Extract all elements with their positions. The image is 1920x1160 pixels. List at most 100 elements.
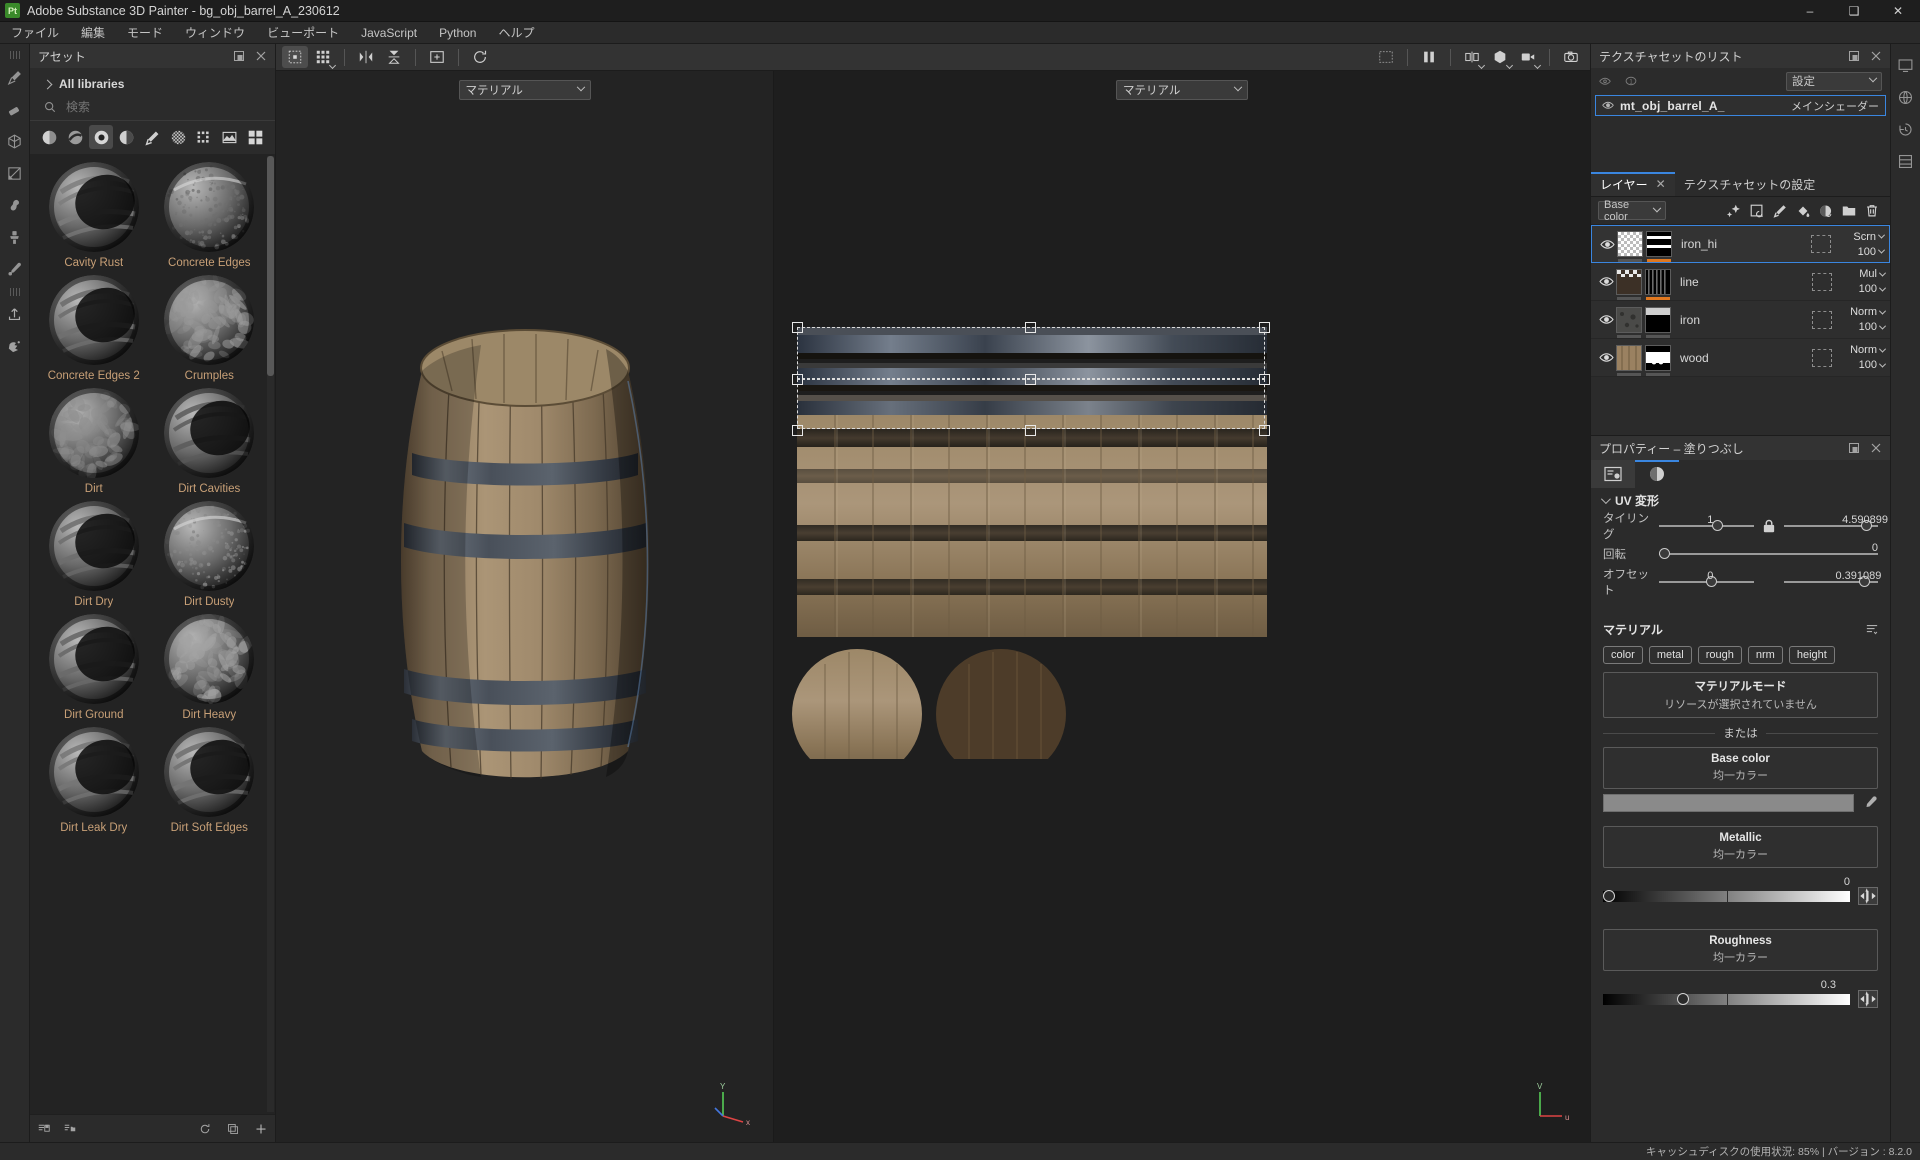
tiling-v-slider[interactable]: 4.590899 — [1784, 517, 1879, 535]
offset-v-slider[interactable]: 0.391089 — [1784, 573, 1879, 591]
material-tab[interactable] — [1635, 460, 1679, 488]
environment-filter-icon[interactable] — [218, 125, 242, 149]
dock-icon[interactable] — [233, 50, 245, 62]
uv-handle-br[interactable] — [1259, 425, 1270, 436]
uv-handle-tr[interactable] — [1259, 322, 1270, 333]
eraser-tool-icon[interactable] — [2, 96, 28, 122]
layer-visibility-icon[interactable] — [1597, 238, 1617, 251]
layer-thumbnail[interactable] — [1617, 231, 1643, 257]
layer-blend-mode[interactable]: Norm — [1850, 344, 1885, 356]
library-selector[interactable]: All libraries — [38, 74, 267, 94]
texture-set-shader[interactable]: メインシェーダー — [1791, 98, 1879, 114]
add-icon[interactable] — [255, 1123, 267, 1135]
close-icon[interactable] — [255, 50, 267, 62]
asset-thumbnail[interactable] — [49, 614, 139, 704]
asset-thumbnail[interactable] — [49, 727, 139, 817]
layer-effects-slot[interactable] — [1812, 273, 1832, 291]
geometry-decal-tool-icon[interactable] — [2, 128, 28, 154]
layer-row[interactable]: iron_hi Scrn 100 — [1591, 225, 1890, 263]
roughness-button[interactable]: Roughness 均一カラー — [1603, 929, 1878, 971]
symmetry-plane-button[interactable] — [381, 46, 407, 68]
uv-handle-bc[interactable] — [1025, 425, 1036, 436]
uv-transform-section-header[interactable]: UV 変形 — [1591, 488, 1890, 512]
texture-set-settings-dropdown[interactable]: 設定 — [1786, 72, 1882, 91]
camera-button[interactable] — [1515, 46, 1541, 68]
layer-opacity[interactable]: 100 — [1859, 321, 1885, 333]
texture-set-visibility-icon[interactable] — [1602, 100, 1614, 112]
asset-thumbnail[interactable] — [49, 388, 139, 478]
layer-mask-thumbnail[interactable] — [1646, 231, 1672, 257]
menu-window[interactable]: ウィンドウ — [174, 22, 256, 44]
screenshot-button[interactable] — [1558, 46, 1584, 68]
add-effect-icon[interactable] — [1722, 200, 1745, 222]
layer-opacity[interactable]: 100 — [1859, 359, 1885, 371]
minimize-button[interactable]: – — [1788, 0, 1832, 22]
asset-thumbnail[interactable] — [164, 388, 254, 478]
smart-material-filter-icon[interactable] — [64, 125, 88, 149]
uv-handle-bl[interactable] — [792, 425, 803, 436]
menu-viewport[interactable]: ビューポート — [256, 22, 350, 44]
add-paint-layer-icon[interactable] — [1768, 200, 1791, 222]
menu-python[interactable]: Python — [428, 22, 487, 44]
asset-thumbnail[interactable] — [164, 162, 254, 252]
asset-item[interactable]: Concrete Edges 2 — [36, 271, 152, 384]
layer-mask-thumbnail[interactable] — [1645, 269, 1671, 295]
properties-tab[interactable] — [1591, 460, 1635, 488]
asset-thumbnail[interactable] — [49, 275, 139, 365]
add-folder-icon[interactable] — [1837, 200, 1860, 222]
channel-selector[interactable]: Base color — [1598, 201, 1666, 220]
asset-thumbnail[interactable] — [164, 275, 254, 365]
layer-thumbnail[interactable] — [1616, 307, 1642, 333]
smart-mask-filter-icon[interactable] — [89, 125, 113, 149]
asset-item[interactable]: Dirt Cavities — [152, 384, 268, 497]
environment-icon[interactable] — [1893, 84, 1919, 110]
asset-item[interactable]: Dirt Dry — [36, 497, 152, 610]
duplicate-icon[interactable] — [227, 1123, 239, 1135]
eye-toggle-icon[interactable] — [1599, 75, 1611, 87]
asset-item[interactable]: Dirt Ground — [36, 610, 152, 723]
layer-row[interactable]: line Mul 100 — [1591, 263, 1890, 301]
smudge-tool-icon[interactable] — [2, 192, 28, 218]
close-icon[interactable] — [1870, 50, 1882, 62]
history-icon[interactable] — [1893, 116, 1919, 142]
layer-opacity[interactable]: 100 — [1858, 246, 1884, 258]
uv-handle-tl[interactable] — [792, 322, 803, 333]
view-mode-button[interactable] — [1459, 46, 1485, 68]
color-picker-tool-icon[interactable] — [2, 256, 28, 282]
brush-filter-icon[interactable] — [141, 125, 165, 149]
assets-scrollbar-thumb[interactable] — [267, 156, 274, 376]
asset-item[interactable]: Dirt Leak Dry — [36, 723, 152, 836]
menu-mode[interactable]: モード — [116, 22, 174, 44]
hide-selection-button[interactable] — [1373, 46, 1399, 68]
layer-blend-mode[interactable]: Scrn — [1853, 231, 1884, 243]
layer-row[interactable]: iron Norm 100 — [1591, 301, 1890, 339]
texture-filter-icon[interactable] — [192, 125, 216, 149]
uv-selection-box-2[interactable] — [797, 379, 1265, 429]
layer-row[interactable]: wood Norm 100 — [1591, 339, 1890, 377]
asset-thumbnail[interactable] — [49, 162, 139, 252]
material-channel-chip[interactable]: nrm — [1748, 646, 1783, 664]
symmetry-button[interactable] — [353, 46, 379, 68]
mask-generator-filter-icon[interactable] — [115, 125, 139, 149]
layer-effects-slot[interactable] — [1812, 311, 1832, 329]
search-input[interactable] — [66, 100, 216, 114]
offset-u-slider[interactable]: 0 — [1659, 573, 1754, 591]
layer-mask-thumbnail[interactable] — [1645, 307, 1671, 333]
clone-stamp-tool-icon[interactable] — [2, 224, 28, 250]
base-color-button[interactable]: Base color 均一カラー — [1603, 747, 1878, 789]
material-channel-chip[interactable]: rough — [1698, 646, 1742, 664]
rotation-slider[interactable]: 0 — [1659, 545, 1878, 563]
layer-blend-mode[interactable]: Mul — [1859, 268, 1885, 280]
roughness-gradient[interactable]: 0.3 — [1603, 994, 1850, 1005]
tiling-u-knob[interactable] — [1712, 520, 1723, 531]
menu-javascript[interactable]: JavaScript — [350, 22, 428, 44]
save-asset-icon[interactable] — [38, 1123, 50, 1135]
reload-button[interactable] — [467, 46, 493, 68]
import-asset-icon[interactable] — [64, 1123, 76, 1135]
uv-selection-box-1[interactable] — [797, 327, 1265, 379]
dock-icon[interactable] — [1848, 50, 1860, 62]
asset-item[interactable]: Cavity Rust — [36, 158, 152, 271]
layer-opacity[interactable]: 100 — [1859, 283, 1885, 295]
dock-icon[interactable] — [1848, 442, 1860, 454]
add-fill-layer-icon[interactable] — [1745, 200, 1768, 222]
